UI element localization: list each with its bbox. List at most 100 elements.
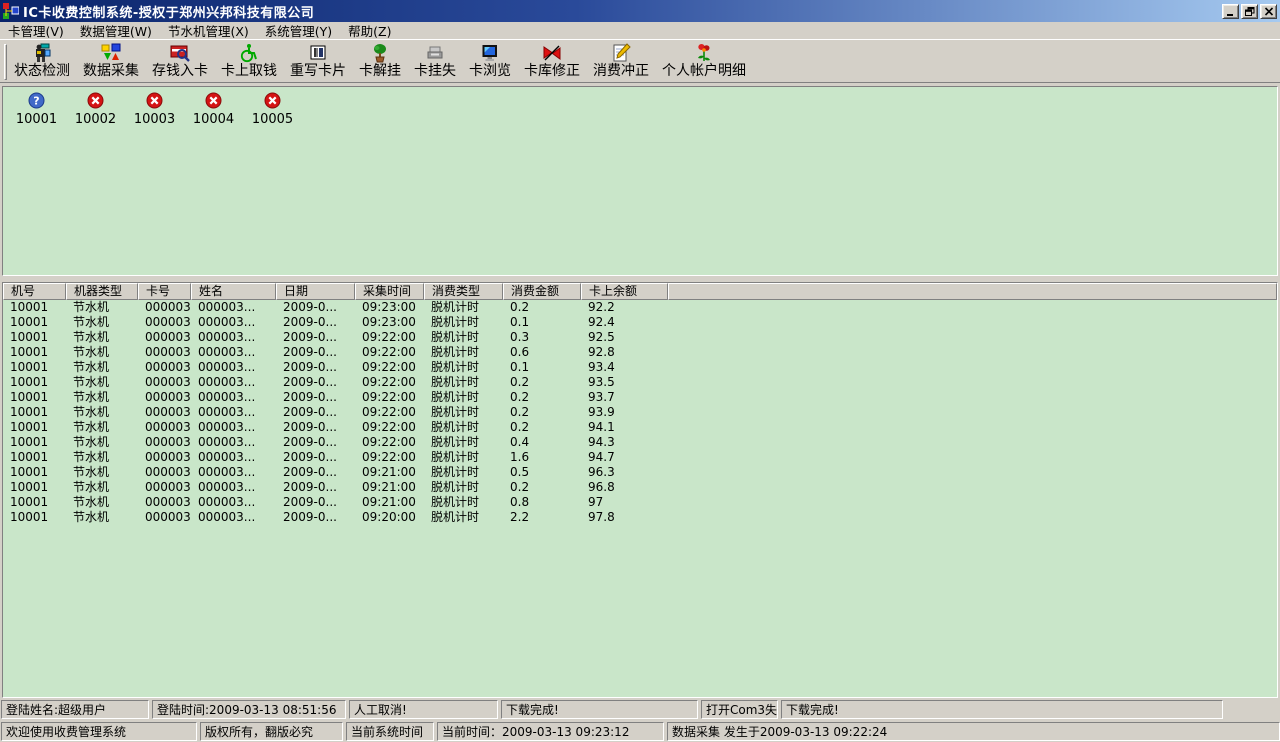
column-header-6[interactable]: 消费类型 (424, 283, 503, 300)
table-row[interactable]: 10001节水机000003000003...2009-0...09:22:00… (3, 435, 1277, 450)
toolbar-button-label: 卡上取钱 (221, 63, 277, 80)
table-cell: 0.2 (503, 375, 581, 390)
table-cell: 2009-0... (276, 375, 355, 390)
device-id-label: 10004 (193, 112, 234, 127)
camera-icon (32, 43, 52, 63)
data-collect-button[interactable]: 数据采集 (78, 42, 144, 80)
table-cell: 脱机计时 (424, 450, 503, 465)
table-cell: 000003... (191, 435, 276, 450)
table-row[interactable]: 10001节水机000003000003...2009-0...09:20:00… (3, 510, 1277, 525)
table-cell: 2009-0... (276, 360, 355, 375)
table-cell: 0.1 (503, 315, 581, 330)
table-cell: 0.6 (503, 345, 581, 360)
table-row[interactable]: 10001节水机000003000003...2009-0...09:21:00… (3, 480, 1277, 495)
status-panel-bottom-2: 当前系统时间 (346, 722, 434, 741)
table-cell: 2.2 (503, 510, 581, 525)
table-cell: 10001 (3, 345, 66, 360)
table-row[interactable]: 10001节水机000003000003...2009-0...09:23:00… (3, 315, 1277, 330)
toolbar: 状态检测数据采集存钱入卡卡上取钱重写卡片卡解挂卡挂失卡浏览卡库修正消费冲正个人帐… (0, 39, 1280, 83)
table-cell: 09:22:00 (355, 435, 424, 450)
consume-reversal-button[interactable]: 消费冲正 (588, 42, 654, 80)
menu-item-2[interactable]: 节水机管理(X) (160, 20, 257, 41)
column-header-7[interactable]: 消费金额 (503, 283, 581, 300)
table-row[interactable]: 10001节水机000003000003...2009-0...09:22:00… (3, 390, 1277, 405)
withdraw-from-card-button[interactable]: 卡上取钱 (216, 42, 282, 80)
flower-icon (694, 43, 714, 63)
table-cell: 09:22:00 (355, 375, 424, 390)
device-10002[interactable]: 10002 (66, 92, 125, 127)
table-cell: 0.4 (503, 435, 581, 450)
column-header-3[interactable]: 姓名 (191, 283, 276, 300)
table-cell: 节水机 (66, 375, 138, 390)
rewrite-card-button[interactable]: 重写卡片 (285, 42, 351, 80)
toolbar-button-label: 消费冲正 (593, 63, 649, 80)
table-cell: 000003... (191, 510, 276, 525)
card-browse-button[interactable]: 卡浏览 (464, 42, 516, 80)
device-icon (425, 43, 445, 63)
table-cell: 脱机计时 (424, 435, 503, 450)
table-row[interactable]: 10001节水机000003000003...2009-0...09:22:00… (3, 330, 1277, 345)
table-cell: 2009-0... (276, 345, 355, 360)
table-cell: 节水机 (66, 420, 138, 435)
notepad-pen-icon (611, 43, 631, 63)
table-cell: 000003... (191, 345, 276, 360)
personal-account-detail-button[interactable]: 个人帐户明细 (657, 42, 751, 80)
menu-item-1[interactable]: 数据管理(W) (72, 20, 160, 41)
table-cell: 09:21:00 (355, 480, 424, 495)
table-cell: 000003... (191, 495, 276, 510)
status-bar-top: 登陆姓名:超级用户登陆时间:2009-03-13 08:51:56人工取消!下载… (0, 699, 1280, 719)
table-row[interactable]: 10001节水机000003000003...2009-0...09:22:00… (3, 345, 1277, 360)
table-cell: 10001 (3, 390, 66, 405)
status-bar-bottom: 欢迎使用收费管理系统版权所有，翻版必究当前系统时间当前时间：2009-03-13… (0, 721, 1280, 741)
table-row[interactable]: 10001节水机000003000003...2009-0...09:23:00… (3, 300, 1277, 315)
toolbar-button-label: 存钱入卡 (152, 63, 208, 80)
table-cell: 09:20:00 (355, 510, 424, 525)
menu-item-4[interactable]: 帮助(Z) (340, 20, 399, 41)
menu-item-3[interactable]: 系统管理(Y) (257, 20, 340, 41)
table-row[interactable]: 10001节水机000003000003...2009-0...09:22:00… (3, 450, 1277, 465)
table-cell: 10001 (3, 420, 66, 435)
table-row[interactable]: 10001节水机000003000003...2009-0...09:22:00… (3, 360, 1277, 375)
table-cell: 92.4 (581, 315, 668, 330)
column-header-0[interactable]: 机号 (3, 283, 66, 300)
table-cell: 2009-0... (276, 315, 355, 330)
table-cell: 脱机计时 (424, 330, 503, 345)
deposit-to-card-button[interactable]: 存钱入卡 (147, 42, 213, 80)
column-header-4[interactable]: 日期 (276, 283, 355, 300)
table-cell: 10001 (3, 450, 66, 465)
restore-button[interactable] (1241, 4, 1258, 19)
table-cell: 92.2 (581, 300, 668, 315)
table-row[interactable]: 10001节水机000003000003...2009-0...09:22:00… (3, 420, 1277, 435)
column-header-2[interactable]: 卡号 (138, 283, 191, 300)
device-10003[interactable]: 10003 (125, 92, 184, 127)
card-db-fix-button[interactable]: 卡库修正 (519, 42, 585, 80)
column-header-8[interactable]: 卡上余额 (581, 283, 668, 300)
table-cell: 000003 (138, 315, 191, 330)
table-cell: 93.5 (581, 375, 668, 390)
table-cell: 000003 (138, 420, 191, 435)
minimize-button[interactable] (1222, 4, 1239, 19)
table-cell: 0.1 (503, 360, 581, 375)
card-unfreeze-button[interactable]: 卡解挂 (354, 42, 406, 80)
column-header-filler (668, 283, 1277, 300)
table-cell: 92.8 (581, 345, 668, 360)
card-report-loss-button[interactable]: 卡挂失 (409, 42, 461, 80)
device-10004[interactable]: 10004 (184, 92, 243, 127)
device-10001[interactable]: ?10001 (7, 92, 66, 127)
table-row[interactable]: 10001节水机000003000003...2009-0...09:22:00… (3, 375, 1277, 390)
table-cell: 000003 (138, 405, 191, 420)
table-row[interactable]: 10001节水机000003000003...2009-0...09:21:00… (3, 465, 1277, 480)
table-row[interactable]: 10001节水机000003000003...2009-0...09:22:00… (3, 405, 1277, 420)
table-cell: 000003 (138, 450, 191, 465)
close-button[interactable] (1260, 4, 1277, 19)
menu-item-0[interactable]: 卡管理(V) (0, 20, 72, 41)
table-row[interactable]: 10001节水机000003000003...2009-0...09:21:00… (3, 495, 1277, 510)
table-cell: 节水机 (66, 390, 138, 405)
table-cell: 0.2 (503, 420, 581, 435)
table-cell: 脱机计时 (424, 360, 503, 375)
toolbar-grip-handle[interactable] (4, 44, 7, 80)
device-10005[interactable]: 10005 (243, 92, 302, 127)
status-check-button[interactable]: 状态检测 (9, 42, 75, 80)
column-header-5[interactable]: 采集时间 (355, 283, 424, 300)
column-header-1[interactable]: 机器类型 (66, 283, 138, 300)
